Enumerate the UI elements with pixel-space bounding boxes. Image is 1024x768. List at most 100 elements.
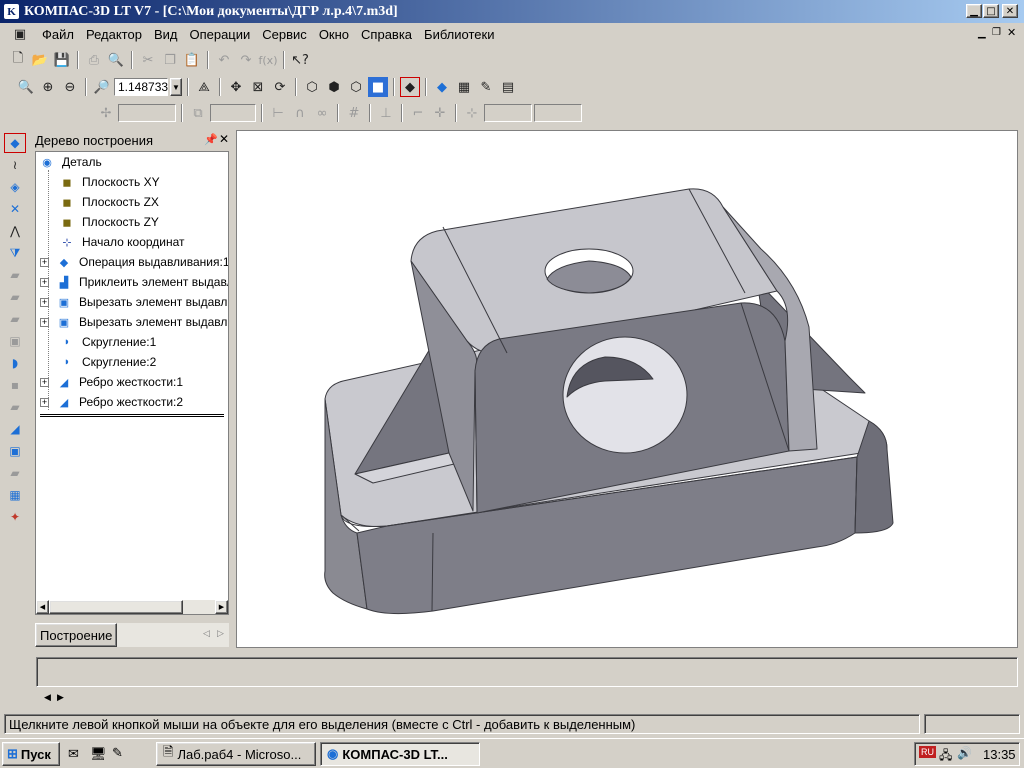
expand-icon[interactable]: + xyxy=(40,317,49,327)
drawing-icon[interactable]: ▤ xyxy=(498,77,518,97)
tree-item-plane-zy[interactable]: ◼ Плоскость ZY xyxy=(58,213,159,231)
close-button[interactable]: ✕ xyxy=(1002,4,1018,18)
minimize-button[interactable]: ▁ xyxy=(966,4,982,18)
editing-mode-icon[interactable]: ◆ xyxy=(4,133,26,153)
link-icon[interactable]: ∞ xyxy=(312,103,332,123)
menu-file[interactable]: Файл xyxy=(36,27,80,42)
assembly-icon[interactable]: ▦ xyxy=(454,77,474,97)
wireframe-icon[interactable]: ⬡ xyxy=(302,77,322,97)
menu-edit[interactable]: Редактор xyxy=(80,27,148,42)
doc-restore-button[interactable]: ❐ xyxy=(992,27,1001,38)
coord-x-field[interactable] xyxy=(484,104,532,122)
expand-icon[interactable]: + xyxy=(40,277,49,287)
rib-icon[interactable]: ◢ xyxy=(4,419,26,439)
chamfer-icon[interactable]: ▪ xyxy=(4,375,26,395)
perspective-icon[interactable]: ◆ xyxy=(400,77,420,97)
horizontal-scrollbar[interactable]: ◀ ▶ xyxy=(36,600,228,614)
auxiliary-geometry-icon[interactable]: ✕ xyxy=(4,199,26,219)
tree-item-boss[interactable]: + ▟ Приклеить элемент выдавл xyxy=(40,273,228,291)
mirror-icon[interactable]: ✦ xyxy=(4,507,26,527)
coord-y-field[interactable] xyxy=(534,104,582,122)
pin-icon[interactable]: 📌 xyxy=(204,133,218,146)
zoom-field[interactable]: 1.148733 xyxy=(114,78,168,96)
doc-minimize-button[interactable]: ▁ xyxy=(978,28,986,39)
copy-icon[interactable]: ❐ xyxy=(160,50,180,70)
maximize-button[interactable]: □ xyxy=(983,4,999,18)
ortho-icon[interactable]: ⌐ xyxy=(408,103,428,123)
cut-extrude-icon[interactable]: ▣ xyxy=(4,441,26,461)
magnet-icon[interactable]: ∩ xyxy=(290,103,310,123)
task-kompas[interactable]: ◉ КОМПАС-3D LT... xyxy=(320,742,480,766)
save-icon[interactable]: 💾 xyxy=(52,50,72,70)
section-icon[interactable]: ▰ xyxy=(4,463,26,483)
tree-item-cut-2[interactable]: + ▣ Вырезать элемент выдавли xyxy=(40,313,228,331)
zoom-out-icon[interactable]: ⊖ xyxy=(60,77,80,97)
new-file-icon[interactable]: 🗋 xyxy=(8,50,28,70)
cursor-icon[interactable]: ✛ xyxy=(430,103,450,123)
tree-item-rib-1[interactable]: + ◢ Ребро жесткости:1 xyxy=(40,373,183,391)
measurements-icon[interactable]: ⋀ xyxy=(4,221,26,241)
zoom-dropdown-button[interactable]: ▼ xyxy=(170,78,182,96)
part-icon[interactable]: ◆ xyxy=(432,77,452,97)
open-folder-icon[interactable]: 📂 xyxy=(30,50,50,70)
tree-item-fillet-1[interactable]: ◗ Скругление:1 xyxy=(58,333,157,351)
orientation-icon[interactable]: ⟁ xyxy=(194,77,214,97)
help-pointer-icon[interactable]: ↖? xyxy=(290,50,310,70)
tree-item-extrude[interactable]: + ◆ Операция выдавливания:1 xyxy=(40,253,228,271)
zoom-scale-icon[interactable]: 🔎 xyxy=(92,77,112,97)
loft-icon[interactable]: ▣ xyxy=(4,331,26,351)
cut-icon[interactable]: ✂ xyxy=(138,50,158,70)
paste-icon[interactable]: 📋 xyxy=(182,50,202,70)
tree-item-cut-1[interactable]: + ▣ Вырезать элемент выдавли xyxy=(40,293,228,311)
hidden-thin-icon[interactable]: ⬡ xyxy=(346,77,366,97)
tree-item-origin[interactable]: ⊹ Начало координат xyxy=(58,233,184,251)
tree-item-rib-2[interactable]: + ◢ Ребро жесткости:2 xyxy=(40,393,183,411)
kinematic-icon[interactable]: ▰ xyxy=(4,309,26,329)
quicklaunch-desktop-icon[interactable]: 🖥 xyxy=(90,746,107,762)
spatial-curves-icon[interactable]: ≀ xyxy=(4,155,26,175)
snap-field[interactable] xyxy=(118,104,176,122)
menu-operations[interactable]: Операции xyxy=(183,27,256,42)
tab-prev-icon[interactable]: ◁ xyxy=(203,628,210,639)
quicklaunch-app-icon[interactable]: ✎ xyxy=(112,745,123,761)
expand-icon[interactable]: + xyxy=(40,377,49,387)
layer-field[interactable] xyxy=(210,104,256,122)
menu-service[interactable]: Сервис xyxy=(256,27,313,42)
network-icon[interactable]: 🖧 xyxy=(939,746,952,767)
fit-all-icon[interactable]: ⊠ xyxy=(248,77,268,97)
scroll-left-button[interactable]: ◀ xyxy=(36,600,49,614)
panel-next-icon[interactable]: ▶ xyxy=(57,692,64,703)
tree-item-plane-zx[interactable]: ◼ Плоскость ZX xyxy=(58,193,159,211)
tree-item-plane-xy[interactable]: ◼ Плоскость XY xyxy=(58,173,159,191)
expand-icon[interactable]: + xyxy=(40,257,49,267)
model-viewport[interactable] xyxy=(236,130,1018,648)
extrude-icon[interactable]: ▰ xyxy=(4,265,26,285)
menu-libraries[interactable]: Библиотеки xyxy=(418,27,500,42)
language-indicator[interactable]: RU xyxy=(919,746,936,758)
document-icon[interactable]: ▣ xyxy=(10,25,30,45)
task-word[interactable]: 🗎 Лаб.раб4 - Microso... xyxy=(156,742,316,766)
layer-icon[interactable]: ⧉ xyxy=(188,103,208,123)
tab-construction[interactable]: Построение xyxy=(35,623,117,647)
expand-icon[interactable]: + xyxy=(40,297,49,307)
expand-icon[interactable]: + xyxy=(40,397,49,407)
rotate-icon[interactable]: ⟳ xyxy=(270,77,290,97)
coordinates-icon[interactable]: ⊹ xyxy=(462,103,482,123)
rotate-op-icon[interactable]: ▰ xyxy=(4,287,26,307)
menu-view[interactable]: Вид xyxy=(148,27,184,42)
function-icon[interactable]: f(x) xyxy=(258,50,278,70)
surfaces-icon[interactable]: ◈ xyxy=(4,177,26,197)
tree-root[interactable]: ◉ Деталь xyxy=(38,153,102,171)
tree-close-icon[interactable]: ✕ xyxy=(219,132,229,146)
shell-icon[interactable]: ▰ xyxy=(4,397,26,417)
snap-icon[interactable]: ✢ xyxy=(96,103,116,123)
grid-icon[interactable]: # xyxy=(344,103,364,123)
axis-icon[interactable]: ⊢ xyxy=(268,103,288,123)
tab-next-icon[interactable]: ▷ xyxy=(217,628,224,639)
filter-icon[interactable]: ⧩ xyxy=(4,243,26,263)
volume-icon[interactable]: 🔊 xyxy=(957,746,972,760)
pan-icon[interactable]: ✥ xyxy=(226,77,246,97)
print-preview-icon[interactable]: 🔍 xyxy=(106,50,126,70)
fillet-icon[interactable]: ◗ xyxy=(4,353,26,373)
array-icon[interactable]: ▦ xyxy=(4,485,26,505)
